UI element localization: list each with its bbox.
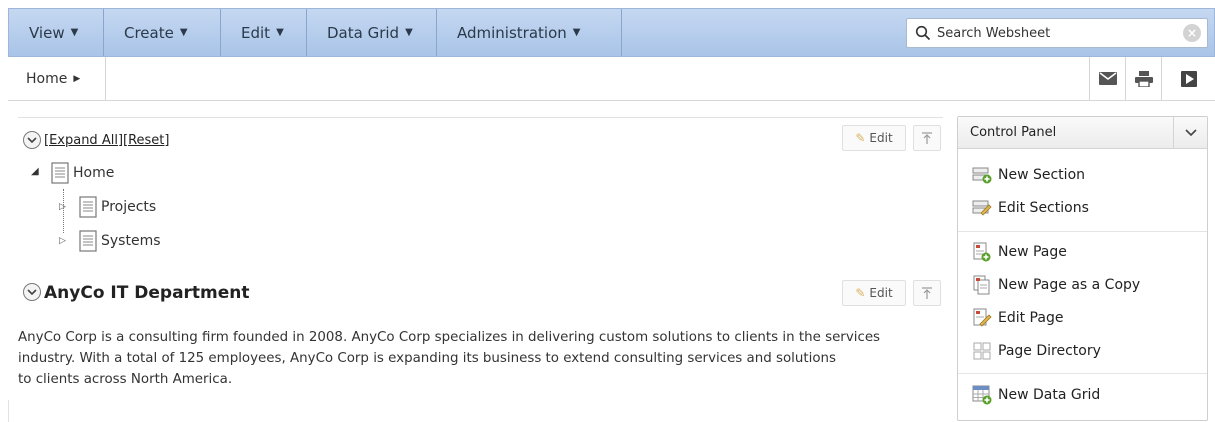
- control-panel: Control Panel New Section Edit Sections …: [957, 116, 1208, 421]
- menu-administration-label: Administration: [457, 23, 567, 42]
- menu-edit[interactable]: Edit ▼: [221, 9, 307, 56]
- tree-node-projects[interactable]: Projects: [79, 196, 156, 218]
- new-data-grid-icon: [972, 385, 992, 405]
- new-data-grid-label: New Data Grid: [998, 387, 1101, 403]
- edit-sections-item[interactable]: Edit Sections: [972, 199, 1089, 217]
- collapse-toggle[interactable]: [23, 131, 41, 149]
- menu-edit-label: Edit: [241, 23, 271, 42]
- section-collapse-toggle[interactable]: [23, 283, 41, 301]
- search-box: ×: [906, 18, 1208, 48]
- section-divider: [18, 117, 943, 118]
- section-body-line: industry. With a total of 125 employees,…: [18, 351, 836, 366]
- page-icon: [79, 196, 97, 218]
- reset-link[interactable]: [Reset]: [123, 133, 169, 148]
- menu-create-label: Create: [124, 23, 174, 42]
- new-section-label: New Section: [998, 167, 1086, 183]
- new-page-icon: [973, 242, 991, 262]
- tree-node-systems-label: Systems: [101, 233, 161, 249]
- tree-node-home-label: Home: [73, 165, 115, 181]
- tree-links: [Expand All][Reset]: [44, 133, 169, 148]
- pencil-icon: ✎: [855, 286, 866, 300]
- presentation-icon: [1180, 70, 1197, 87]
- page-icon: [79, 230, 97, 252]
- breadcrumb-bar: Home ▶: [8, 57, 1215, 101]
- page-directory-label: Page Directory: [998, 343, 1101, 359]
- control-panel-toggle[interactable]: [1173, 117, 1207, 148]
- menu-data-grid-label: Data Grid: [327, 23, 400, 42]
- arrow-up-icon: [922, 132, 932, 144]
- menu-divider: [958, 373, 1207, 374]
- page-icon: [51, 162, 69, 184]
- presentation-button[interactable]: [1161, 57, 1215, 100]
- section-body-line: to clients across North America.: [18, 372, 233, 387]
- menu-create[interactable]: Create ▼: [104, 9, 221, 56]
- top-menubar: View ▼ Create ▼ Edit ▼ Data Grid ▼ Administr…: [8, 8, 1215, 57]
- clear-search-icon[interactable]: ×: [1183, 24, 1201, 42]
- chevron-down-icon: ▼: [572, 27, 581, 38]
- breadcrumb[interactable]: Home ▶: [8, 57, 106, 100]
- search-icon: [915, 25, 931, 41]
- tree-node-home[interactable]: Home: [51, 162, 114, 184]
- edit-sections-icon: [972, 200, 992, 216]
- chevron-down-icon: [27, 137, 37, 143]
- section-body: AnyCo Corp is a consulting firm founded …: [18, 327, 948, 390]
- chevron-down-icon: [27, 289, 37, 295]
- edit-section-label: Edit: [869, 286, 893, 300]
- chevron-right-icon: ▶: [73, 73, 81, 84]
- section-body-line: AnyCo Corp is a consulting firm founded …: [18, 330, 881, 345]
- edit-page-icon: [973, 308, 992, 327]
- tree-collapsed-icon[interactable]: ▷: [59, 236, 66, 246]
- menu-administration[interactable]: Administration ▼: [437, 9, 622, 56]
- control-panel-title: Control Panel: [970, 125, 1057, 140]
- new-data-grid-item[interactable]: New Data Grid: [972, 385, 1100, 405]
- scroll-top-button[interactable]: [913, 280, 941, 306]
- scroll-top-button[interactable]: [913, 125, 941, 151]
- tree-collapsed-icon[interactable]: ▷: [59, 202, 66, 212]
- menu-data-grid[interactable]: Data Grid ▼: [307, 9, 437, 56]
- new-page-copy-label: New Page as a Copy: [998, 277, 1141, 293]
- expand-all-link[interactable]: [Expand All]: [44, 133, 123, 148]
- edit-sections-label: Edit Sections: [998, 200, 1089, 216]
- search-input[interactable]: [937, 25, 1167, 41]
- breadcrumb-home: Home: [26, 70, 68, 87]
- menu-view-label: View: [29, 23, 65, 42]
- edit-section-button[interactable]: ✎ Edit: [842, 280, 906, 306]
- arrow-up-icon: [922, 287, 932, 299]
- page-directory-item[interactable]: Page Directory: [972, 341, 1101, 361]
- chevron-down-icon: ▼: [179, 27, 188, 38]
- tree-node-projects-label: Projects: [101, 199, 157, 215]
- menu-view[interactable]: View ▼: [9, 9, 104, 56]
- chevron-down-icon: ▼: [405, 27, 413, 38]
- edit-page-label: Edit Page: [998, 310, 1064, 326]
- control-panel-header: Control Panel: [958, 117, 1207, 149]
- tree-expanded-icon[interactable]: ◢: [31, 166, 39, 177]
- page-directory-icon: [973, 342, 991, 360]
- copy-page-icon: [973, 275, 990, 295]
- edit-tree-button[interactable]: ✎ Edit: [842, 125, 906, 151]
- section-title: AnyCo IT Department: [44, 283, 250, 303]
- new-section-icon: [972, 167, 992, 184]
- new-page-copy-item[interactable]: New Page as a Copy: [972, 275, 1140, 295]
- left-border: [8, 400, 9, 422]
- new-section-item[interactable]: New Section: [972, 166, 1085, 184]
- chevron-down-icon: ▼: [70, 27, 79, 38]
- print-button[interactable]: [1125, 57, 1161, 100]
- tree-node-systems[interactable]: Systems: [79, 230, 161, 252]
- pencil-icon: ✎: [855, 131, 866, 145]
- print-icon: [1134, 70, 1153, 87]
- chevron-down-icon: [1184, 129, 1197, 136]
- menu-divider: [958, 231, 1207, 232]
- new-page-item[interactable]: New Page: [972, 242, 1067, 262]
- edit-page-item[interactable]: Edit Page: [972, 308, 1063, 328]
- chevron-down-icon: ▼: [276, 27, 284, 38]
- email-icon: [1098, 72, 1117, 85]
- email-button[interactable]: [1089, 57, 1125, 100]
- edit-tree-label: Edit: [869, 131, 893, 145]
- new-page-label: New Page: [998, 244, 1067, 260]
